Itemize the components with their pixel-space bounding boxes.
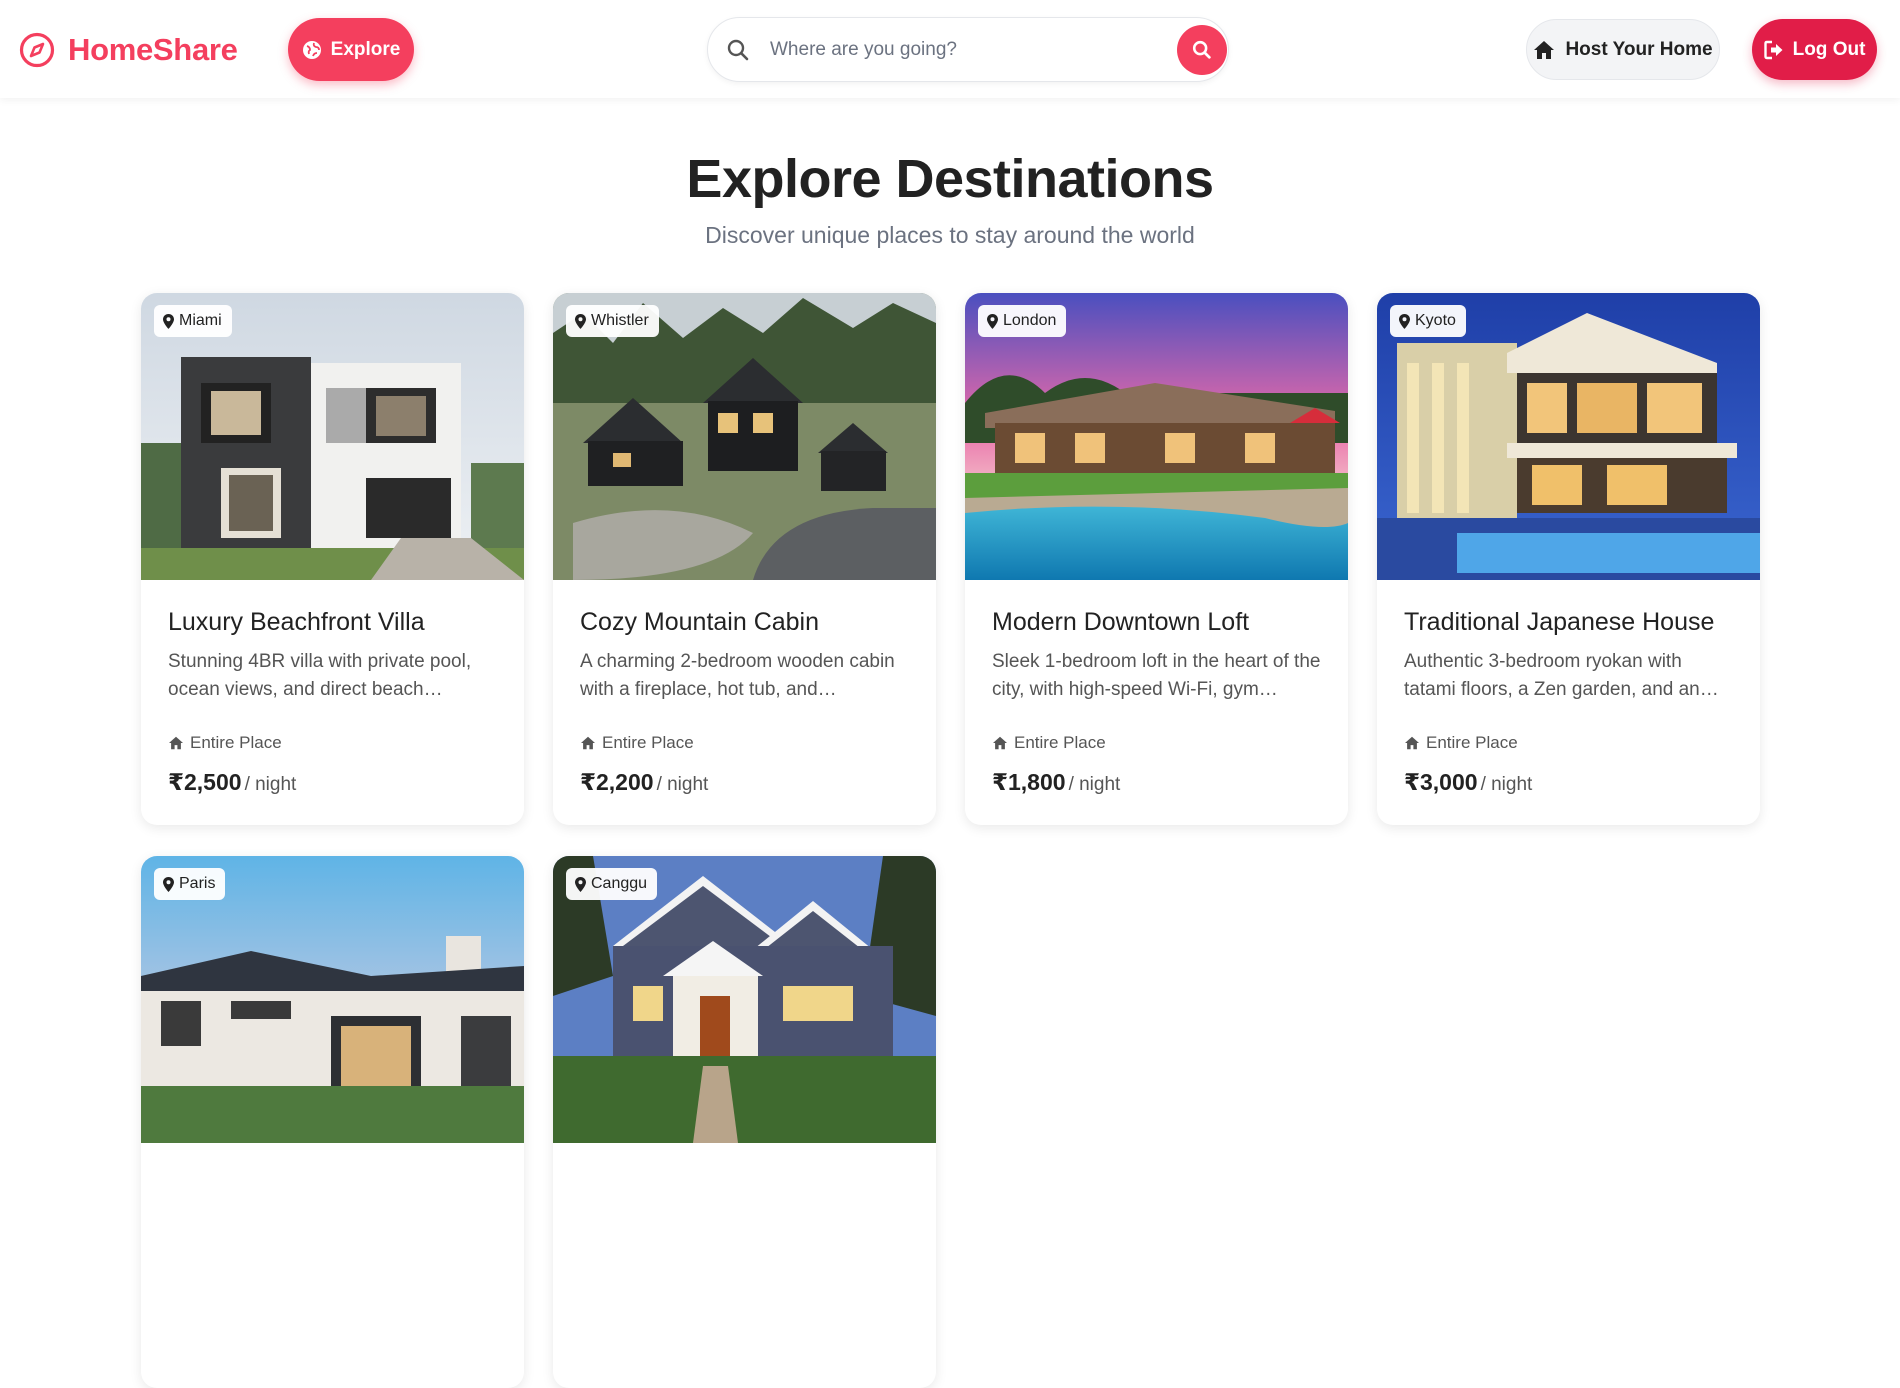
brand-name: HomeShare [68, 32, 238, 67]
listing-title[interactable]: Luxury Beachfront Villa [168, 608, 425, 637]
listing-card[interactable]: Kyoto Traditional Japanese House Authent… [1377, 293, 1760, 825]
home-icon [169, 736, 183, 750]
listing-type-label: Entire Place [1014, 733, 1106, 752]
listing-photo: Paris [141, 856, 524, 1143]
host-your-home-button[interactable]: Host Your Home [1526, 19, 1720, 80]
location-badge: Miami [154, 305, 232, 337]
map-pin-icon [575, 876, 586, 892]
listing-price: ₹2,200/ night [580, 769, 708, 796]
home-icon [993, 736, 1007, 750]
listing-description: Sleek 1-bedroom loft in the heart of the… [992, 651, 1321, 700]
location-label: Whistler [591, 312, 649, 329]
listing-price: ₹3,000/ night [1404, 769, 1532, 796]
map-pin-icon [575, 313, 586, 329]
price-unit: / night [1068, 774, 1121, 795]
listing-photo: London [965, 293, 1348, 580]
listing-photo: Canggu [553, 856, 936, 1143]
listing-description: Authentic 3-bedroom ryokan with tatami f… [1404, 651, 1719, 700]
location-label: London [1003, 312, 1057, 329]
page-title: Explore Destinations [686, 149, 1214, 209]
explore-button[interactable]: Explore [288, 18, 414, 81]
listing-card[interactable]: Canggu [553, 856, 936, 1388]
listing-type: Entire Place [168, 733, 282, 753]
listing-type-label: Entire Place [190, 733, 282, 752]
search-bar [707, 17, 1229, 82]
price-value: ₹1,800 [992, 769, 1066, 795]
host-label: Host Your Home [1565, 38, 1713, 60]
search-submit-button[interactable] [1177, 25, 1227, 75]
listing-photo: Kyoto [1377, 293, 1760, 580]
map-pin-icon [163, 876, 174, 892]
listing-card[interactable]: London Modern Downtown Loft Sleek 1-bedr… [965, 293, 1348, 825]
compass-icon [19, 32, 55, 68]
price-value: ₹2,200 [580, 769, 654, 795]
listing-price: ₹2,500/ night [168, 769, 296, 796]
explore-label: Explore [330, 38, 401, 60]
home-icon [1405, 736, 1419, 750]
price-unit: / night [1480, 774, 1533, 795]
listing-photo: Miami [141, 293, 524, 580]
search-icon [727, 39, 749, 61]
location-badge: Canggu [566, 868, 658, 900]
listing-card[interactable]: Miami Luxury Beachfront Villa Stunning 4… [141, 293, 524, 825]
sign-out-icon [1763, 40, 1783, 59]
price-unit: / night [656, 774, 709, 795]
listing-title[interactable]: Modern Downtown Loft [992, 608, 1249, 637]
search-input[interactable] [770, 32, 1150, 68]
listing-card[interactable]: Paris [141, 856, 524, 1388]
listing-photo: Whistler [553, 293, 936, 580]
logout-label: Log Out [1792, 38, 1866, 60]
price-unit: / night [244, 774, 297, 795]
listing-title[interactable]: Cozy Mountain Cabin [580, 608, 819, 637]
location-label: Paris [179, 875, 216, 892]
globe-icon [302, 40, 321, 59]
listing-type-label: Entire Place [602, 733, 694, 752]
listing-title[interactable]: Traditional Japanese House [1404, 608, 1714, 637]
price-value: ₹3,000 [1404, 769, 1478, 795]
search-icon [1192, 40, 1211, 59]
listing-type: Entire Place [992, 733, 1106, 753]
listing-type-label: Entire Place [1426, 733, 1518, 752]
listing-type: Entire Place [1404, 733, 1518, 753]
location-badge: Whistler [566, 305, 659, 337]
location-badge: London [978, 305, 1067, 337]
home-icon [1534, 40, 1555, 59]
top-navbar: HomeShare Explore Host Your Home [0, 0, 1900, 98]
logout-button[interactable]: Log Out [1752, 19, 1877, 80]
brand-logo[interactable]: HomeShare [19, 32, 238, 68]
location-label: Kyoto [1415, 312, 1456, 329]
location-label: Miami [179, 312, 222, 329]
location-badge: Kyoto [1390, 305, 1466, 337]
home-icon [581, 736, 595, 750]
listing-description: Stunning 4BR villa with private pool, oc… [168, 651, 472, 700]
listing-description: A charming 2-bedroom wooden cabin with a… [580, 651, 895, 700]
map-pin-icon [987, 313, 998, 329]
map-pin-icon [163, 313, 174, 329]
map-pin-icon [1399, 313, 1410, 329]
price-value: ₹2,500 [168, 769, 242, 795]
page-subtitle: Discover unique places to stay around th… [705, 222, 1195, 248]
listing-type: Entire Place [580, 733, 694, 753]
location-badge: Paris [154, 868, 226, 900]
location-label: Canggu [591, 875, 648, 892]
listing-card[interactable]: Whistler Cozy Mountain Cabin A charming … [553, 293, 936, 825]
listing-price: ₹1,800/ night [992, 769, 1120, 796]
